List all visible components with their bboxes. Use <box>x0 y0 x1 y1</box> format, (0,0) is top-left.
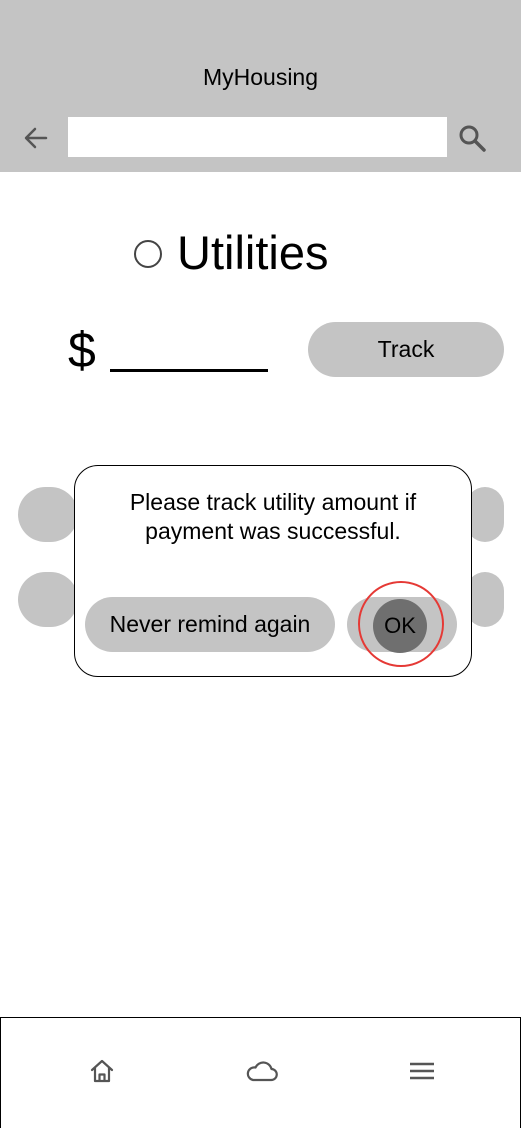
bottom-navigation <box>0 1017 521 1128</box>
menu-icon <box>410 1062 434 1080</box>
search-button[interactable] <box>456 122 488 154</box>
utility-radio[interactable] <box>134 240 162 268</box>
arrow-left-icon <box>24 127 48 149</box>
back-button[interactable] <box>22 124 50 152</box>
utility-label: Utilities <box>177 225 329 279</box>
magnifier-icon <box>459 125 486 152</box>
nav-menu-button[interactable] <box>402 1054 442 1088</box>
app-title: MyHousing <box>202 64 319 90</box>
amount-blank[interactable] <box>109 368 268 372</box>
home-icon <box>90 1059 114 1083</box>
amount-field[interactable]: $ <box>68 320 268 380</box>
never-remind-button[interactable]: Never remind again <box>85 597 335 652</box>
utility-option[interactable]: Utilities <box>134 222 328 282</box>
cloud-icon <box>246 1061 278 1082</box>
reminder-dialog: Please track utility amount if payment w… <box>74 465 472 677</box>
currency-symbol: $ <box>68 322 96 378</box>
ok-button[interactable]: OK <box>373 599 427 653</box>
app-header: MyHousing <box>0 0 521 172</box>
nav-home-button[interactable] <box>82 1054 122 1088</box>
track-button[interactable]: Track <box>308 322 504 377</box>
search-input[interactable] <box>68 117 447 157</box>
background-button <box>18 487 78 542</box>
dialog-message: Please track utility amount if payment w… <box>129 489 417 544</box>
background-button <box>18 572 78 627</box>
nav-cloud-button[interactable] <box>242 1054 282 1088</box>
